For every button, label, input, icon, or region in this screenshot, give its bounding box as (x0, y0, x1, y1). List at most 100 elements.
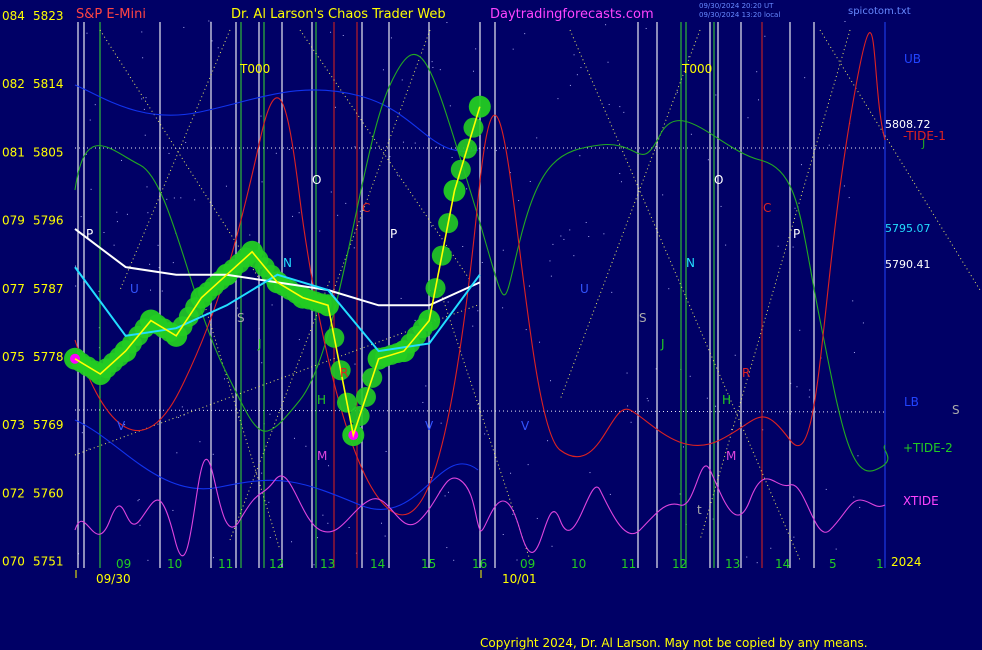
extreme-marker (70, 353, 80, 364)
star-dot (683, 446, 685, 448)
star-dot (334, 106, 336, 108)
star-dot (298, 339, 300, 341)
y-axis-label-b: 5823 (33, 9, 64, 23)
star-dot (524, 33, 526, 35)
year-label: 2024 (891, 555, 922, 569)
star-dot (576, 74, 578, 76)
star-dot (144, 134, 146, 136)
star-dot (149, 263, 151, 265)
star-dot (725, 244, 727, 246)
star-dot (451, 156, 453, 158)
star-dot (414, 319, 416, 321)
star-dot (75, 265, 77, 267)
star-dot (208, 20, 210, 22)
star-dot (573, 255, 575, 257)
star-dot (431, 61, 433, 63)
star-dot (764, 35, 766, 37)
chart-svg: 084 5823 082 5814 081 5805 079 5796 077 5787 075 57… (0, 0, 982, 650)
cycle-annotation: M (317, 449, 327, 463)
star-dot (143, 108, 145, 110)
star-dot (472, 325, 474, 327)
star-dot (662, 194, 664, 196)
star-dot (147, 212, 149, 214)
star-dot (400, 297, 402, 299)
star-dot (81, 432, 83, 434)
star-dot (293, 437, 295, 439)
hour-tick-label: 15 (421, 557, 436, 571)
star-dot (260, 115, 262, 117)
star-dot (319, 230, 321, 232)
star-dot (116, 211, 118, 213)
star-dot (90, 188, 92, 190)
cycle-annotation: R (340, 366, 348, 380)
star-dot (261, 362, 263, 364)
star-dot (137, 500, 139, 502)
star-dot (800, 164, 802, 166)
star-dot (141, 98, 143, 100)
cycle-annotation: V (425, 419, 434, 433)
star-dot (557, 98, 559, 100)
site-link[interactable]: Daytradingforecasts.com (490, 7, 654, 22)
star-dot (552, 243, 554, 245)
hour-tick-label: 16 (472, 557, 487, 571)
star-dot (481, 261, 483, 263)
xtide-label: XTIDE (903, 494, 939, 508)
star-dot (502, 249, 504, 251)
star-dot (688, 56, 690, 58)
star-dot (848, 197, 850, 199)
y-axis-label-b: 5760 (33, 486, 64, 500)
cycle-annotation: C (763, 201, 771, 215)
star-dot (145, 97, 147, 99)
file-name: spicotom.txt (848, 6, 911, 17)
star-dot (563, 238, 565, 240)
cycle-annotation: S (639, 311, 647, 325)
star-dot (113, 244, 115, 246)
star-dot (353, 247, 355, 249)
star-dot (844, 21, 846, 23)
y-axis-label-a: 070 (2, 555, 25, 569)
star-dot (668, 288, 670, 290)
star-dot (98, 290, 100, 292)
star-dot (390, 37, 392, 39)
hour-tick-label: 14 (370, 557, 385, 571)
star-dot (185, 142, 187, 144)
cycle-annotation: J (257, 337, 262, 351)
star-dot (608, 103, 610, 105)
star-dot (536, 517, 538, 519)
star-dot (560, 235, 562, 237)
chart-title: Dr. Al Larson's Chaos Trader Web (231, 7, 446, 22)
y-axis-label-a: 077 (2, 282, 25, 296)
star-dot (402, 141, 404, 143)
star-dot (88, 448, 90, 450)
star-dot (173, 197, 175, 199)
hour-tick-label: 5 (829, 557, 837, 571)
star-dot (291, 541, 293, 543)
star-dot (843, 185, 845, 187)
cycle-annotation: t (697, 503, 702, 517)
star-dot (80, 216, 82, 218)
cycle-annotation: V (117, 419, 126, 433)
star-dot (430, 476, 432, 478)
price-glow-point (468, 95, 491, 118)
star-dot (381, 522, 382, 524)
star-dot (715, 94, 717, 96)
star-dot (348, 527, 350, 529)
hour-tick-label: 14 (775, 557, 790, 571)
star-dot (354, 146, 356, 148)
y-axis-label-b: 5769 (33, 418, 64, 432)
star-dot (126, 213, 128, 215)
y-axis-label-a: 084 (2, 9, 25, 23)
cycle-annotation: V (521, 419, 530, 433)
lb-label: LB (904, 395, 919, 409)
star-dot (359, 210, 361, 212)
star-dot (269, 413, 271, 415)
star-dot (852, 300, 854, 302)
star-dot (316, 537, 318, 539)
star-dot (619, 106, 621, 108)
star-dot (605, 24, 607, 26)
cycle-annotation: H (722, 393, 731, 407)
star-dot (75, 285, 77, 287)
star-dot (440, 422, 442, 424)
star-dot (435, 146, 437, 148)
y-axis-label-a: 072 (2, 486, 25, 500)
